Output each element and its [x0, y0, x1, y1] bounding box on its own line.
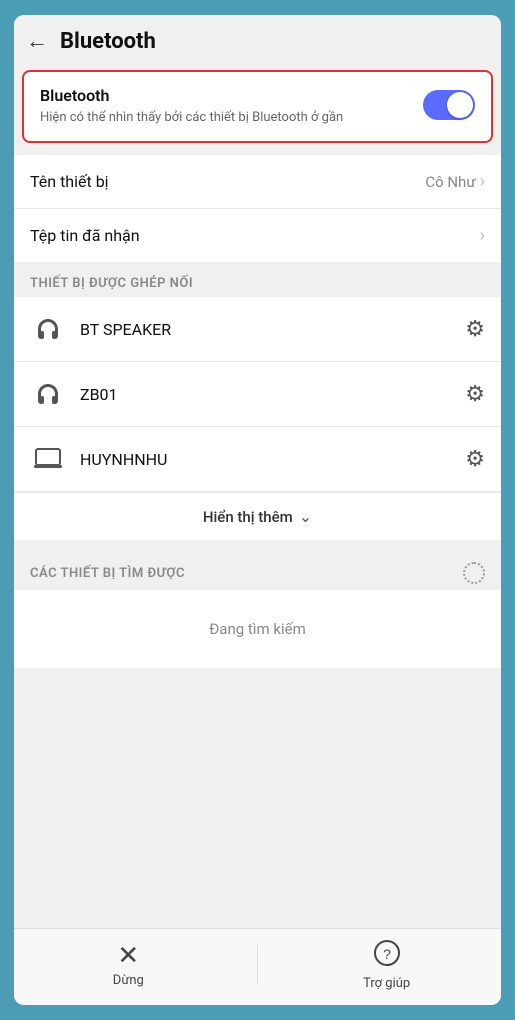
device-huynhnhu[interactable]: HUYNHNHU ⚙ — [14, 427, 501, 492]
help-button[interactable]: ? Trợ giúp — [347, 939, 427, 991]
headphone-icon-1 — [30, 311, 66, 347]
svg-text:?: ? — [383, 946, 391, 962]
loading-spinner — [463, 562, 485, 584]
chevron-right-icon-2: › — [480, 225, 485, 246]
page-title: Bluetooth — [60, 29, 156, 54]
received-files-item[interactable]: Tệp tin đã nhận › — [14, 209, 501, 262]
device-name-huynhnhu: HUYNHNHU — [80, 450, 465, 469]
paired-devices-list: BT SPEAKER ⚙ ZB01 ⚙ — [14, 297, 501, 540]
device-bt-speaker[interactable]: BT SPEAKER ⚙ — [14, 297, 501, 362]
show-more-button[interactable]: Hiển thị thêm ⌄ — [14, 492, 501, 540]
searching-text: Đang tìm kiếm — [14, 590, 501, 668]
menu-section: Tên thiết bị Cô Như › Tệp tin đã nhận › — [14, 155, 501, 262]
help-icon: ? — [373, 939, 401, 972]
laptop-icon — [30, 441, 66, 477]
chevron-down-icon: ⌄ — [299, 507, 312, 526]
bluetooth-toggle-title: Bluetooth — [40, 86, 411, 105]
stop-label: Dừng — [113, 973, 144, 988]
show-more-label: Hiển thị thêm — [203, 508, 293, 526]
page-header: ← Bluetooth — [14, 15, 501, 66]
content-area: Bluetooth Hiện có thể nhìn thấy bởi các … — [14, 66, 501, 928]
device-name-item[interactable]: Tên thiết bị Cô Như › — [14, 155, 501, 209]
discovered-section-header-row: CÁC THIẾT BỊ TÌM ĐƯỢC — [14, 548, 501, 590]
device-zb01[interactable]: ZB01 ⚙ — [14, 362, 501, 427]
chevron-right-icon: › — [480, 171, 485, 192]
settings-icon-2[interactable]: ⚙ — [465, 382, 485, 407]
stop-button[interactable]: ✕ Dừng — [88, 943, 168, 988]
discovered-section: CÁC THIẾT BỊ TÌM ĐƯỢC Đang tìm kiếm — [14, 548, 501, 668]
close-icon: ✕ — [117, 943, 139, 969]
received-files-label: Tệp tin đã nhận — [30, 226, 140, 245]
device-name-bt-speaker: BT SPEAKER — [80, 320, 465, 339]
paired-devices-header: THIẾT BỊ ĐƯỢC GHÉP NỐI — [14, 262, 501, 297]
bottom-separator — [257, 945, 258, 985]
bluetooth-toggle[interactable] — [423, 90, 475, 120]
back-button[interactable]: ← — [26, 31, 48, 53]
bluetooth-toggle-section[interactable]: Bluetooth Hiện có thể nhìn thấy bởi các … — [22, 70, 493, 143]
toggle-knob — [447, 92, 473, 118]
discovered-section-title: CÁC THIẾT BỊ TÌM ĐƯỢC — [30, 566, 185, 581]
settings-icon-3[interactable]: ⚙ — [465, 447, 485, 472]
received-files-chevron: › — [480, 225, 485, 246]
bluetooth-toggle-text: Bluetooth Hiện có thể nhìn thấy bởi các … — [40, 86, 411, 127]
bluetooth-toggle-description: Hiện có thể nhìn thấy bởi các thiết bị B… — [40, 109, 411, 127]
bottom-bar: ✕ Dừng ? Trợ giúp — [14, 928, 501, 1005]
device-name-zb01: ZB01 — [80, 385, 465, 404]
headphone-icon-2 — [30, 376, 66, 412]
device-name-value: Cô Như › — [425, 171, 485, 192]
device-name-label: Tên thiết bị — [30, 172, 109, 191]
settings-icon-1[interactable]: ⚙ — [465, 317, 485, 342]
help-label: Trợ giúp — [363, 976, 410, 991]
